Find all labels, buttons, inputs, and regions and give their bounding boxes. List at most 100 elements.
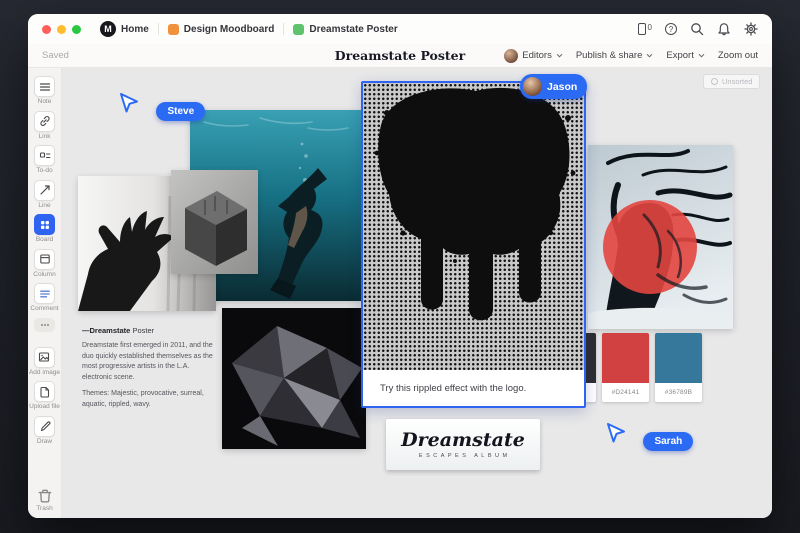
note-text-block[interactable]: —Dreamstate Poster Dreamstate first emer… [82,325,216,416]
zoom-out-button[interactable]: Zoom out [718,50,758,61]
board-thumbnail-icon [168,24,179,35]
file-icon[interactable] [34,381,55,402]
trash-icon[interactable] [37,488,53,504]
tab-divider [158,23,159,35]
color-swatch-blue[interactable]: #36789B [655,333,702,402]
publish-share-menu[interactable]: Publish & share [576,50,654,61]
sidebar-item-label: Add image [29,370,60,377]
publish-share-label: Publish & share [576,50,643,61]
minimize-window-button[interactable] [57,25,66,34]
image-polygons[interactable] [222,308,366,449]
cursor-name-pill: Steve [156,102,205,121]
toolbar: Saved Dreamstate Poster Editors Publish … [28,44,772,68]
collaborator-cursor-steve: Steve [118,92,205,121]
sidebar-item-label: Board [36,237,53,244]
note-themes: Themes: Majestic, provocative, surreal, … [82,389,216,410]
album-title: Dreamstate [401,431,525,450]
sidebar-item-label: Link [39,134,51,141]
comment-bar[interactable]: Try this rippled effect with the logo. [363,370,584,406]
board-thumbnail-icon [293,24,304,35]
sidebar-item-add-image[interactable]: Add image [29,347,60,377]
cube-render [171,170,258,274]
sidebar-item-draw[interactable]: Draw [34,416,55,446]
cursor-name-label: Sarah [654,436,682,447]
unsorted-label: Unsorted [722,77,752,86]
sidebar-item-note[interactable]: Note [34,76,55,106]
sidebar-item-link[interactable]: Link [34,111,55,141]
editors-menu[interactable]: Editors [504,49,563,63]
note-icon[interactable] [34,76,55,97]
column-icon[interactable] [34,249,55,270]
sidebar-item-comment[interactable]: Comment [30,283,58,313]
sidebar-item-label: Upload file [29,404,60,411]
maximize-window-button[interactable] [72,25,81,34]
settings-gear-icon[interactable] [744,22,758,36]
app-logo-icon: M [100,21,116,37]
link-icon[interactable] [34,111,55,132]
more-dots-icon[interactable] [34,318,55,332]
device-count: 0 [648,23,652,32]
selected-image-card[interactable]: Try this rippled effect with the logo. [361,81,586,408]
main-area: Note Link To-do Line [28,68,772,518]
search-icon[interactable] [690,22,704,36]
sidebar-item-label: To-do [36,168,52,175]
comment-text: Try this rippled effect with the logo. [380,383,526,394]
sidebar-item-todo[interactable]: To-do [34,145,55,175]
sidebar-item-trash[interactable]: Trash [36,488,52,513]
note-title-rest: Poster [130,326,154,335]
close-window-button[interactable] [42,25,51,34]
phone-icon [638,23,646,35]
sidebar-item-line[interactable]: Line [34,180,55,210]
album-subtitle: ESCAPES ALBUM [415,453,510,459]
color-swatch-red[interactable]: #D24141 [602,333,649,402]
sidebar-item-upload-file[interactable]: Upload file [29,381,60,411]
tab-divider [283,23,284,35]
pencil-icon[interactable] [34,416,55,437]
help-icon[interactable]: ? [665,23,677,35]
toolbar-right: Editors Publish & share Export Zoom out [504,49,758,63]
device-sync-button[interactable]: 0 [638,23,652,35]
bell-icon[interactable] [717,22,731,36]
halftone-image [363,83,584,370]
swatch-color-block [602,333,649,383]
export-menu[interactable]: Export [666,50,704,61]
sidebar-item-board[interactable]: Board [34,214,55,244]
sidebar-item-more[interactable] [34,318,55,332]
tab-home[interactable]: M Home [100,21,149,37]
note-body: Dreamstate first emerged in 2011, and th… [82,341,216,383]
tab-home-label: Home [121,24,149,35]
editor-avatar [504,49,518,63]
tab-design-moodboard[interactable]: Design Moodboard [168,24,275,35]
comment-icon[interactable] [34,283,55,304]
red-circle-portrait-photo [588,145,733,329]
swatch-hex-label: #D24141 [602,383,649,402]
board-icon[interactable] [34,214,55,235]
line-arrow-icon[interactable] [34,180,55,201]
chevron-down-icon [698,53,705,58]
image-cube[interactable] [171,170,258,274]
halftone-blob [363,83,584,370]
cursor-arrow-icon [118,92,140,114]
tab-bar: M Home Design Moodboard Dreamstate Poste… [28,14,772,44]
editors-label: Editors [522,50,552,61]
tab-dreamstate-poster[interactable]: Dreamstate Poster [293,24,397,35]
unsorted-panel-toggle[interactable]: Unsorted [703,74,760,89]
board-canvas[interactable]: Unsorted [62,68,772,518]
swatch-hex-label: #36789B [655,383,702,402]
swatch-color-block [655,333,702,383]
add-image-icon[interactable] [34,347,55,368]
album-logo-card[interactable]: Dreamstate ESCAPES ALBUM [386,419,540,470]
unsorted-icon [711,78,718,85]
chevron-down-icon [646,53,653,58]
todo-checklist-icon[interactable] [34,145,55,166]
cursor-name-label: Steve [167,106,194,117]
sidebar-item-column[interactable]: Column [33,249,55,279]
cursor-name-label: Jason [547,81,577,93]
sidebar-item-label: Line [38,203,50,210]
collaborator-pill-jason: Jason [520,74,587,99]
sidebar-item-label: Note [38,99,52,106]
image-red-circle-portrait[interactable] [588,145,733,329]
sidebar-item-label: Comment [30,306,58,313]
zoom-out-label: Zoom out [718,50,758,61]
note-title: —Dreamstate Poster [82,325,216,336]
